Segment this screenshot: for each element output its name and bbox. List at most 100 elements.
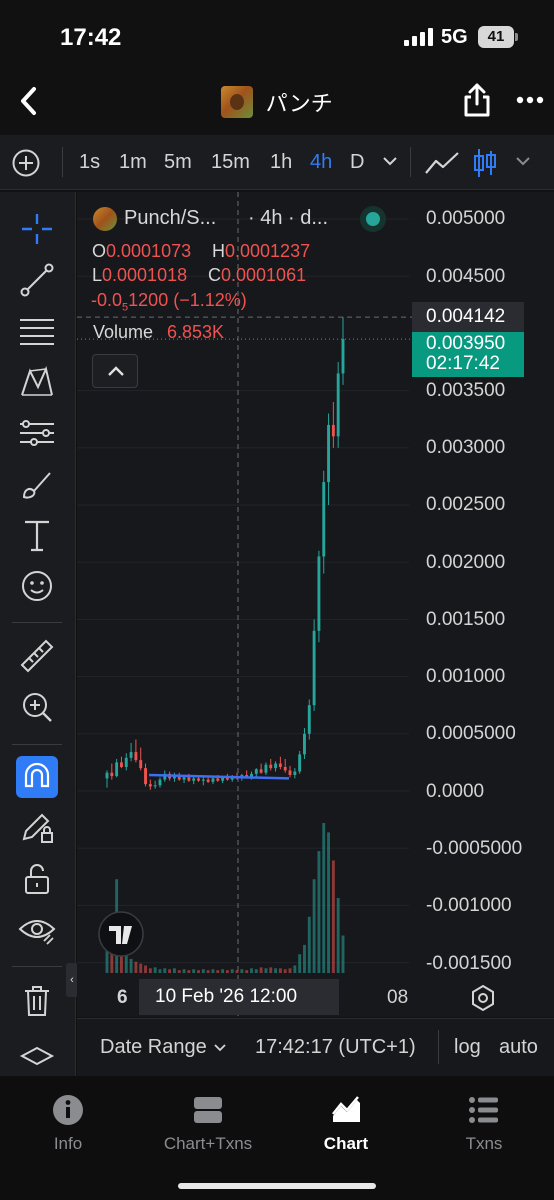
visibility-tool[interactable] [16, 909, 58, 951]
candle-body [110, 772, 114, 777]
interval-5m[interactable]: 5m [164, 151, 192, 174]
volume-bar [158, 969, 162, 973]
interval-15m[interactable]: 15m [211, 151, 250, 174]
volume-bar [298, 954, 302, 973]
trend-line-tool[interactable] [16, 259, 58, 301]
volume-bar [206, 970, 210, 973]
crosshair-tool[interactable] [16, 208, 58, 250]
legend-token-avatar [93, 207, 117, 231]
candle-body [307, 705, 311, 734]
tab-txns[interactable]: Txns [414, 1094, 554, 1154]
volume-bar [259, 967, 263, 973]
prediction-tool[interactable] [16, 412, 58, 454]
interval-4h[interactable]: 4h [310, 151, 332, 174]
volume-bar [221, 969, 225, 973]
last-price-label: 0.003950 02:17:42 [412, 332, 524, 377]
interval-d[interactable]: D [350, 151, 364, 174]
price-tick: 0.0005000 [426, 723, 516, 744]
candle-body [259, 769, 263, 773]
chevron-up-icon [108, 366, 124, 376]
candle-body [158, 779, 162, 786]
chart-icon [332, 1096, 360, 1122]
volume-bar [254, 969, 258, 973]
tab-chart[interactable]: Chart [276, 1094, 416, 1154]
volume-bar [341, 935, 345, 973]
brush-tool[interactable] [16, 463, 58, 505]
ruler-tool[interactable] [16, 635, 58, 677]
high-key: H [212, 241, 225, 261]
chevron-down-icon[interactable] [516, 157, 530, 166]
legend-close: C0.0001061 [208, 265, 306, 286]
emoji-tool[interactable] [16, 565, 58, 607]
trash-icon [25, 986, 49, 1016]
pattern-tool[interactable] [16, 361, 58, 403]
pattern-icon [21, 365, 53, 396]
legend-symbol[interactable]: Punch/S... [124, 207, 216, 230]
price-tick: -0.001000 [426, 895, 512, 916]
volume-bar [250, 968, 253, 973]
open-key: O [92, 241, 107, 261]
fib-tool[interactable] [16, 310, 58, 352]
pencil-lock-icon [22, 813, 53, 843]
more-options-icon[interactable] [516, 96, 544, 104]
volume-bar [283, 969, 287, 973]
share-icon[interactable] [462, 82, 492, 118]
volume-bar [230, 969, 234, 973]
volume-bar [172, 968, 176, 973]
date-range-button[interactable]: Date Range [100, 1036, 207, 1059]
brush-icon [22, 472, 51, 499]
volume-label: Volume [93, 322, 154, 342]
timezone-clock[interactable]: 17:42:17 (UTC+1) [255, 1036, 416, 1059]
chevron-down-icon[interactable] [214, 1044, 226, 1052]
close-key: C [208, 265, 221, 285]
split-view-icon [194, 1097, 222, 1123]
candlestick-icon[interactable] [472, 147, 498, 179]
chevron-down-icon[interactable] [383, 157, 397, 166]
cellular-signal-icon [404, 28, 434, 46]
price-tick: 0.0000 [426, 781, 485, 802]
page-title: パンチ [265, 91, 333, 116]
auto-scale-toggle[interactable]: auto [499, 1036, 538, 1059]
lock-drawing-tool[interactable] [16, 807, 58, 849]
candle-body [148, 784, 152, 787]
sidebar-divider [12, 744, 62, 745]
nav-bar: パンチ [0, 72, 554, 132]
layers-tool[interactable] [16, 1042, 58, 1072]
log-scale-toggle[interactable]: log [454, 1036, 481, 1059]
candle-body [206, 779, 210, 782]
zoom-tool[interactable] [16, 686, 58, 728]
settings-hexagon-icon[interactable] [470, 984, 496, 1012]
line-chart-icon[interactable] [424, 149, 460, 177]
tab-bar: Info Chart+Txns Chart Txns [0, 1076, 554, 1200]
change-suffix: 1200 (−1.12%) [128, 290, 247, 310]
interval-1h[interactable]: 1h [270, 151, 292, 174]
interval-1m[interactable]: 1m [119, 151, 147, 174]
drawing-tools-sidebar [0, 192, 76, 1077]
tab-info[interactable]: Info [0, 1094, 138, 1154]
add-indicator-icon[interactable] [11, 148, 41, 178]
candle-body [197, 778, 200, 781]
candle-body [254, 769, 258, 774]
candle-body [134, 752, 138, 761]
battery-icon: 41 [478, 26, 518, 48]
price-tick: 0.002000 [426, 552, 506, 573]
legend-collapse-button[interactable] [92, 354, 138, 388]
candle-body [274, 763, 278, 769]
price-tick: 0.001000 [426, 666, 506, 687]
last-price-value: 0.003950 [426, 333, 506, 354]
interval-1s[interactable]: 1s [79, 151, 100, 174]
candle-body [269, 764, 273, 769]
magnet-mode-tool[interactable] [16, 756, 58, 798]
volume-bar [187, 970, 191, 973]
volume-bar [192, 969, 196, 973]
price-tick: 0.002500 [426, 494, 506, 515]
tab-chart-txns[interactable]: Chart+Txns [138, 1094, 278, 1154]
text-tool[interactable] [16, 514, 58, 556]
volume-bar [307, 916, 311, 973]
delete-tool[interactable] [16, 980, 58, 1022]
price-tick: 0.003500 [426, 380, 506, 401]
candle-body [283, 766, 287, 771]
lock-all-tool[interactable] [16, 858, 58, 900]
price-tick: 0.005000 [426, 208, 506, 229]
legend-high: H0.0001237 [212, 241, 310, 262]
